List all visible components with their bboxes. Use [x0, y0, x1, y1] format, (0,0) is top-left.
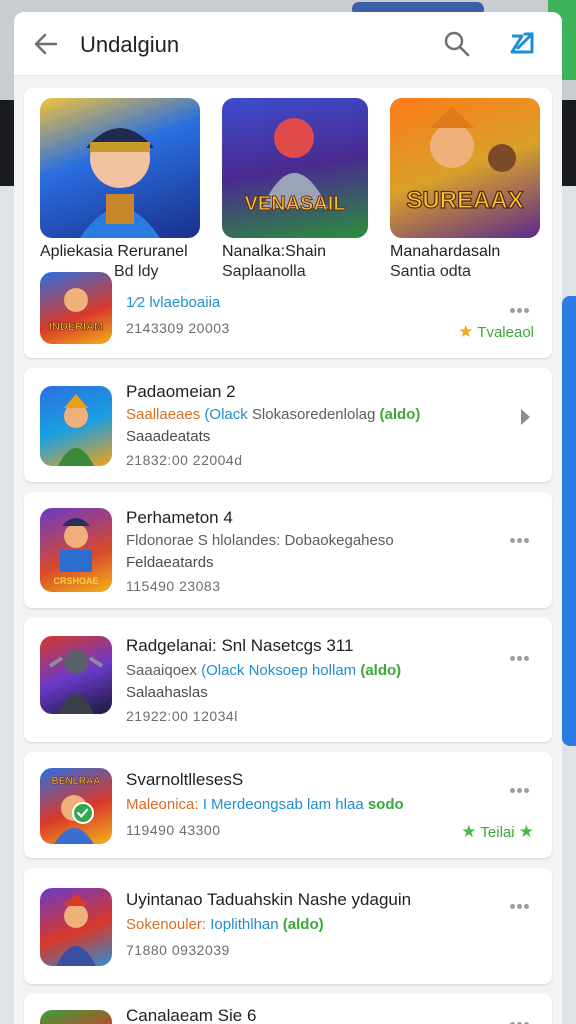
list-item-5-desc-part-4: (aldo) [282, 916, 324, 933]
chevron-right-icon[interactable] [516, 406, 534, 428]
featured-row-rating: ★ Tvaleaol [458, 322, 534, 342]
list-item-4-rating: ★ Teilai ★ [461, 822, 534, 842]
list-item-1-thumbnail [40, 386, 112, 466]
list-item-1-title: Padaomeian 2 [126, 382, 236, 401]
list-item-1-description: Saallaeaes (Olack Slokasoredenlolag (ald… [126, 406, 420, 423]
list-item-1-desc-part-1: Saallaeaes [126, 406, 201, 423]
list-item-5-title: Uyintanao Taduahskin Nashe ydaguin [126, 890, 412, 909]
list-item-4-desc-part-2: I Merdeongsab lam [202, 796, 332, 813]
more-icon[interactable] [510, 530, 534, 543]
list-item-4-desc-part-3: hlaa [335, 796, 364, 813]
background-scroll-accent [562, 296, 576, 746]
featured-app-2-subtitle: Saplaanolla [222, 263, 306, 280]
more-icon[interactable] [510, 1014, 534, 1024]
list-item[interactable]: BENLRAA SvarnoltllesesS Maleonica: I Mer… [24, 752, 552, 858]
list-item-5-date: 71880 0932039 [126, 942, 230, 958]
more-icon[interactable] [510, 648, 534, 661]
list-item-3-desc-part-4: (aldo) [360, 662, 402, 679]
more-icon[interactable] [510, 896, 534, 909]
list-item-2-art-text: CRSHOAE [53, 576, 98, 586]
list-item-1-date: 21832:00 22004d [126, 452, 243, 468]
list-item-4-art-text: BENLRAA [52, 776, 101, 787]
list-item-1-desc-part-3: Slokasoredenlolag [251, 406, 376, 423]
list-item-1-desc-part-2: (Olack [204, 406, 248, 423]
more-icon[interactable] [510, 300, 534, 313]
featured-app-1-thumbnail[interactable] [40, 98, 200, 238]
list-item[interactable]: Radgelanai: Snl Nasetcgs 311 Saaaiqoex (… [24, 618, 552, 742]
list-item-6-thumbnail [40, 1010, 112, 1024]
list-item-4-title: SvarnoltllesesS [126, 770, 244, 789]
warrior-illustration-icon [80, 128, 160, 238]
featured-app-1-name[interactable]: Apliekasia Reruranel [40, 242, 188, 262]
list-item-3-desc-part-2: (Olack [201, 662, 245, 679]
list-item-4-description: Maleonica: I Merdeongsab lam hlaa sodo [126, 796, 404, 813]
list-item-4-date: 119490 43300 [126, 822, 221, 838]
list-item-2-date: 115490 23083 [126, 578, 221, 594]
app-list-sheet: Undalgiun VENASAIL SUREAAX Apliekasia Re… [14, 12, 562, 1024]
search-icon[interactable] [442, 29, 472, 59]
list-item-2-desc-part-3: Fldonorae S hlolandes: Dobaokegaheso [126, 532, 394, 549]
featured-row-date: 2143309 20003 [126, 320, 230, 336]
list-item-3-desc-part-1: Saaaiqoex [126, 662, 197, 679]
featured-row-title[interactable]: 1⁄2 lvlaeboaiia [126, 294, 220, 311]
star-icon: ★ [518, 822, 534, 841]
list-item-6-title: Canalaeam Sie 6 [126, 1006, 257, 1024]
star-icon: ★ [461, 822, 477, 841]
list-item[interactable]: Uyintanao Taduahskin Nashe ydaguin Soken… [24, 868, 552, 984]
list-item-4-desc-part-1: Maleonica: [126, 796, 199, 813]
featured-app-2-name[interactable]: Nanalka:Shain [222, 242, 326, 262]
list-item-3-description: Saaaiqoex (Olack Noksoep hollam (aldo) [126, 662, 401, 679]
list-item-1-desc-part-4: (aldo) [379, 406, 421, 423]
list-item-4-rating-label: Teilai [480, 824, 515, 841]
featured-app-3-subtitle: Santia odta [390, 263, 471, 280]
list-item-5-thumbnail [40, 888, 112, 966]
featured-app-3-name[interactable]: Manahardasaln [390, 242, 500, 262]
top-bar: Undalgiun [14, 12, 562, 76]
more-icon[interactable] [510, 780, 534, 793]
list-item-4-desc-part-4: sodo [367, 796, 404, 813]
list-item[interactable]: CRSHOAE Perhameton 4 Fldonorae S hloland… [24, 492, 552, 608]
list-item-5-description: Sokenouler: Ioplithlhan (aldo) [126, 916, 324, 933]
featured-app-2-thumbnail[interactable]: VENASAIL [222, 98, 368, 238]
verified-check-icon [72, 802, 94, 824]
list-item-2-thumbnail: CRSHOAE [40, 508, 112, 592]
list-item-2-category: Feldaeatards [126, 554, 214, 571]
star-icon: ★ [458, 322, 474, 341]
featured-row-rating-label: Tvaleaol [477, 324, 534, 341]
featured-row-art-text: INDERIAM [49, 321, 103, 333]
list-item-5-desc-part-3: Ioplithlhan [210, 916, 279, 933]
featured-app-2-art-text: VENASAIL [244, 193, 345, 215]
list-item-3-category: Salaahaslas [126, 684, 208, 701]
list-item-5-desc-part-1: Sokenouler: [126, 916, 207, 933]
featured-row-thumbnail[interactable]: INDERIAM [40, 272, 112, 344]
list-item-2-title: Perhameton 4 [126, 508, 233, 527]
featured-card: VENASAIL SUREAAX Apliekasia Reruranel Bd… [24, 88, 552, 358]
list-item-1-category: Saaadeatats [126, 428, 211, 445]
page-title: Undalgiun [80, 32, 180, 57]
expand-icon[interactable] [508, 30, 536, 58]
list-item-3-thumbnail [40, 636, 112, 714]
featured-app-1-subtitle: Bd ldy [114, 263, 159, 280]
list-item-2-description: Fldonorae S hlolandes: Dobaokegaheso [126, 532, 394, 549]
list-item[interactable]: Padaomeian 2 Saallaeaes (Olack Slokasore… [24, 368, 552, 482]
featured-app-3-thumbnail[interactable]: SUREAAX [390, 98, 540, 238]
list-item-3-date: 21922:00 12034l [126, 708, 238, 724]
list-item[interactable]: Canalaeam Sie 6 [24, 994, 552, 1024]
list-item-3-title: Radgelanai: Snl Nasetcgs 311 [126, 636, 354, 655]
featured-app-3-art-text: SUREAAX [406, 187, 523, 214]
list-item-3-desc-part-3: Noksoep hollam [248, 662, 357, 679]
back-arrow-icon[interactable] [32, 30, 60, 58]
